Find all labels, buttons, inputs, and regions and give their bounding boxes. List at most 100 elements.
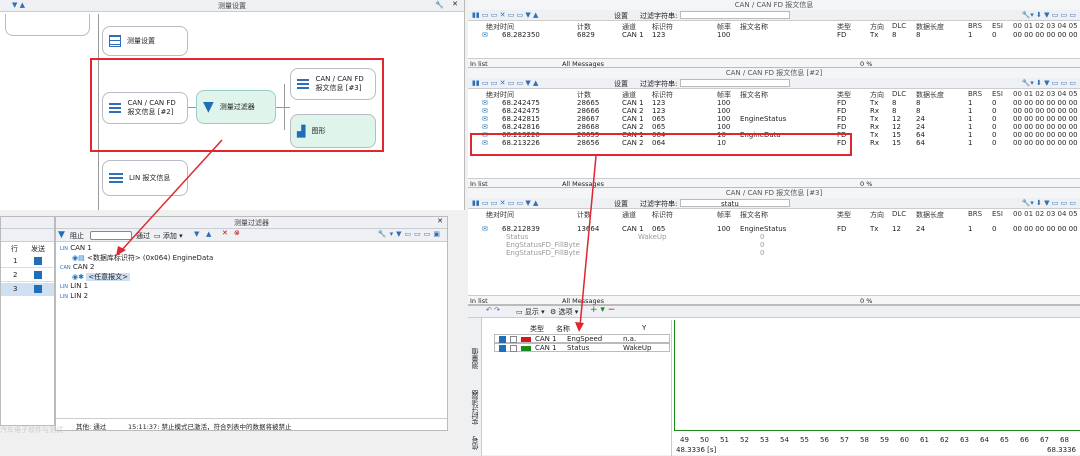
left-row[interactable]: 3 xyxy=(1,283,54,296)
toolbar-icons[interactable]: ▮▮ ▭ ▭ ✕ ▭ ▭ ▼ ▲ xyxy=(472,11,538,19)
tab-all-messages[interactable]: All Messages xyxy=(562,180,604,188)
trace1-titlebar: CAN / CAN FD 报文信息 xyxy=(468,0,1080,10)
tab-all-messages[interactable]: All Messages xyxy=(562,60,604,68)
settings-menu[interactable]: 设置 xyxy=(614,199,628,209)
column-header[interactable]: 方向 xyxy=(870,210,884,220)
tree-item-can1[interactable]: LIN CAN 1 xyxy=(60,244,445,254)
trace-cell: Tx xyxy=(870,99,879,107)
close-icon[interactable]: ✕ xyxy=(437,217,443,225)
signal-row[interactable]: Status WakeUp 0 xyxy=(468,233,1080,241)
trace-cell: EngineStatus xyxy=(740,115,787,123)
visible-checkbox[interactable] xyxy=(499,336,506,343)
color-swatch[interactable] xyxy=(521,346,531,351)
column-header[interactable]: 00 01 02 03 04 05 xyxy=(1013,22,1078,30)
column-header[interactable]: 通道 xyxy=(622,210,636,220)
column-header[interactable]: BRS xyxy=(968,22,982,30)
toolbar-right-icons[interactable]: 🔧▾ ⬇ ▼ ▭ ▭ ▭ xyxy=(1022,199,1076,207)
left-row[interactable]: 1 xyxy=(1,255,54,268)
header-name: 名称 xyxy=(556,325,570,333)
column-header[interactable]: DLC xyxy=(892,210,906,218)
move-up-icon[interactable]: ▲ xyxy=(206,230,211,238)
node-lin[interactable]: LIN 报文信息 xyxy=(102,160,188,196)
column-header[interactable]: BRS xyxy=(968,90,982,98)
add-icon[interactable]: + ▾ − xyxy=(590,305,615,315)
stop-icon[interactable]: ⊗ xyxy=(234,229,240,237)
lock-checkbox[interactable] xyxy=(510,336,517,343)
column-header[interactable]: DLC xyxy=(892,22,906,30)
column-header[interactable]: ESI xyxy=(992,90,1003,98)
trace-row[interactable]: ✉ 68.242475 28666 CAN 2 123 100 FD Rx 8 8 1 0 00 00 … xyxy=(468,107,1080,115)
undo-icon[interactable]: ↶ ↷ xyxy=(486,306,500,314)
close-icon[interactable]: ✕ xyxy=(452,0,458,8)
visible-checkbox[interactable] xyxy=(499,345,506,352)
tree-item-lin1[interactable]: LIN LIN 1 xyxy=(60,282,445,292)
node-partial[interactable] xyxy=(5,14,90,36)
lock-checkbox[interactable] xyxy=(510,345,517,352)
show-menu[interactable]: ▭ 显示 ▾ xyxy=(516,307,545,317)
graph-signal-row[interactable]: CAN 1 EngSpeed n.a. xyxy=(494,334,670,343)
column-header[interactable]: ESI xyxy=(992,22,1003,30)
side-tab-filter[interactable]: 实时过滤器 xyxy=(470,390,480,425)
wrench-icon[interactable]: 🔧 xyxy=(435,1,444,9)
send-checkbox[interactable] xyxy=(34,257,42,265)
column-header[interactable]: 00 01 02 03 04 05 xyxy=(1013,210,1078,218)
progress-text: 0 % xyxy=(860,180,873,188)
trace-cell: CAN 1 xyxy=(622,115,644,123)
signal-row[interactable]: EngStatusFD_FillByte 0 xyxy=(468,241,1080,249)
delete-icon[interactable]: ✕ xyxy=(222,229,228,237)
side-tab-signal[interactable]: 信号 xyxy=(470,436,480,450)
tree-item-enginedata[interactable]: ◉▤ <数据库标识符> (0x064) EngineData xyxy=(60,254,445,263)
filter-icon[interactable]: ▼ xyxy=(58,230,65,240)
tree-item-any-message[interactable]: ◉✱ <任意报文> xyxy=(60,273,445,282)
column-header[interactable]: 帧率 xyxy=(717,210,731,220)
tab-in-list[interactable]: In list xyxy=(470,60,488,68)
signal-row[interactable]: EngStatusFD_FillByte 0 xyxy=(468,249,1080,257)
color-swatch[interactable] xyxy=(521,337,531,342)
column-header[interactable]: 标识符 xyxy=(652,210,673,220)
tab-in-list[interactable]: In list xyxy=(470,180,488,188)
toolbar-right-icons[interactable]: 🔧▾ ⬇ ▼ ▭ ▭ ▭ xyxy=(1022,11,1076,19)
settings-menu[interactable]: 设置 xyxy=(614,79,628,89)
settings-menu[interactable]: 设置 xyxy=(614,11,628,21)
column-header[interactable]: 报文名称 xyxy=(740,210,768,220)
x-tick-label: 66 xyxy=(1020,436,1029,444)
trace-row[interactable]: ✉ 68.242475 28665 CAN 1 123 100 FD Tx 8 8 1 0 00 00 … xyxy=(468,99,1080,107)
list-icon xyxy=(109,35,121,47)
send-checkbox[interactable] xyxy=(34,285,42,293)
column-header[interactable]: 计数 xyxy=(577,210,591,220)
column-header[interactable]: 数据长度 xyxy=(916,210,944,220)
column-header[interactable]: 类型 xyxy=(837,210,851,220)
filter-string-input[interactable]: statu xyxy=(680,199,790,208)
left-row[interactable]: 2 xyxy=(1,269,54,282)
tab-in-list[interactable]: In list xyxy=(470,297,488,305)
filter-string-input[interactable] xyxy=(680,79,790,87)
mode-toggle[interactable] xyxy=(90,231,132,240)
move-down-icon[interactable]: ▼ xyxy=(194,230,199,238)
column-header[interactable]: BRS xyxy=(968,210,982,218)
trace-row[interactable]: ✉ 68.282350 6829 CAN 1 123 100 FD Tx 8 8 1 0 00 00 0… xyxy=(468,31,1080,39)
trace-row[interactable]: ✉ 68.242815 28667 CAN 1 065 100 EngineStatus FD… xyxy=(468,115,1080,123)
node-measurement-setup[interactable]: 测量设置 xyxy=(102,26,188,56)
side-tab-measurement[interactable]: 测量值 xyxy=(470,348,480,369)
toolbar-icons[interactable]: ▮▮ ▭ ▭ ✕ ▭ ▭ ▼ ▲ xyxy=(472,79,538,87)
trace-row[interactable]: ✉ 68.242816 28668 CAN 2 065 100 FD Rx 12 24 1 0 00 0… xyxy=(468,123,1080,131)
column-header[interactable]: 绝对时间 xyxy=(486,210,514,220)
tree-item-can2[interactable]: CAN CAN 2 xyxy=(60,263,445,273)
send-checkbox[interactable] xyxy=(34,271,42,279)
trace-cell: FD xyxy=(837,115,847,123)
toolbar-icons[interactable]: ▮▮ ▭ ▭ ✕ ▭ ▭ ▼ ▲ xyxy=(472,199,538,207)
tree-item-lin2[interactable]: LIN LIN 2 xyxy=(60,292,445,302)
trace-row[interactable]: ✉ 68.212839 13664 CAN 1 065 100 EngineStatus FD… xyxy=(468,225,1080,233)
column-header[interactable]: ESI xyxy=(992,210,1003,218)
column-header[interactable]: 00 01 02 03 04 05 xyxy=(1013,90,1078,98)
filter-string-label: 过滤字符串: xyxy=(640,80,678,88)
filter-string-input[interactable] xyxy=(680,11,790,19)
column-header[interactable]: DLC xyxy=(892,90,906,98)
add-button[interactable]: ▭ 添加 ▾ xyxy=(154,231,183,241)
graph-signal-row[interactable]: CAN 1 Status WakeUp xyxy=(494,343,670,352)
toolbar-right-icons[interactable]: 🔧▾ ⬇ ▼ ▭ ▭ ▭ xyxy=(1022,79,1076,87)
toolbar-right-icons[interactable]: 🔧▾▼▭▭▭▣ xyxy=(378,230,443,238)
tab-all-messages[interactable]: All Messages xyxy=(562,297,604,305)
options-menu[interactable]: ⚙ 选项 ▾ xyxy=(550,307,578,317)
measurement-setup-window: ▼ ▲ 测量设置 🔧 ✕ 测量设置 CAN / CAN FD 报文信息 [#2]… xyxy=(0,0,465,210)
